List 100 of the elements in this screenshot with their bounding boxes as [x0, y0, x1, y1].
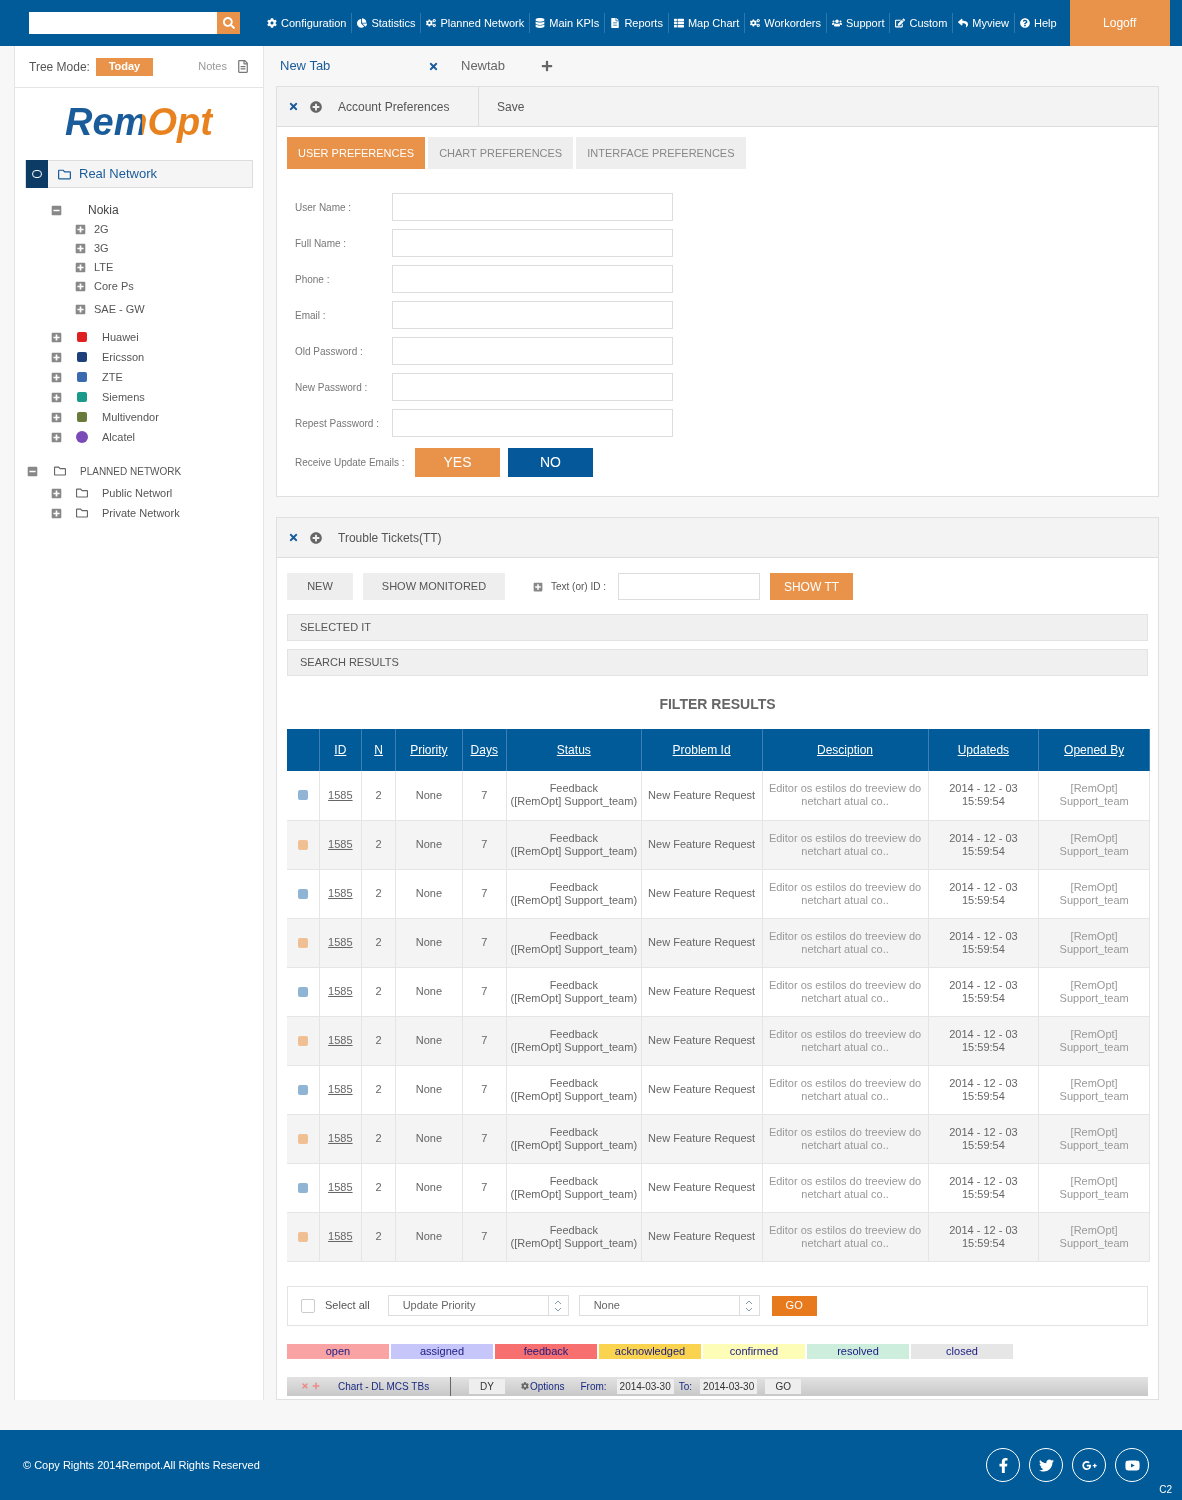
tab[interactable]: New Tab — [278, 56, 428, 76]
expand-icon[interactable] — [51, 371, 62, 383]
text-field[interactable] — [392, 193, 673, 221]
close-icon[interactable] — [288, 101, 299, 112]
nav-item[interactable]: Map Chart — [668, 13, 746, 33]
ticket-id-link[interactable]: 1585 — [319, 967, 362, 1016]
collapse-icon[interactable] — [51, 204, 62, 216]
nav-item[interactable]: Workorders — [745, 13, 827, 33]
options-link[interactable]: Options — [530, 1378, 565, 1394]
tree-section-label: PLANNED NETWORK — [80, 464, 182, 479]
expand-icon[interactable] — [75, 281, 86, 292]
dy-button[interactable]: DY — [469, 1378, 505, 1394]
nav-item-label[interactable]: Planned Network — [440, 14, 525, 32]
expand-icon[interactable] — [533, 581, 543, 592]
add-tab-icon[interactable] — [541, 60, 553, 72]
nav-item[interactable]: Configuration — [262, 13, 353, 33]
expand-icon[interactable] — [51, 391, 62, 403]
nav-item-label[interactable]: Reports — [624, 14, 663, 32]
nav-item[interactable]: Custom — [890, 13, 954, 33]
nav-item-label[interactable]: Statistics — [371, 14, 416, 32]
tree-item-label[interactable]: 3G — [94, 240, 109, 257]
tree-item-label[interactable]: Nokia — [88, 201, 119, 219]
to-label: To: — [678, 1379, 693, 1394]
expand-icon[interactable] — [75, 304, 86, 315]
tree-item-label[interactable]: Multivendor — [102, 408, 159, 426]
ticket-id-link[interactable]: 1585 — [319, 1065, 362, 1114]
nav-item[interactable]: Planned Network — [421, 13, 531, 33]
expand-icon[interactable] — [51, 351, 62, 363]
nav-item-label[interactable]: Configuration — [281, 14, 347, 32]
tree-item-label[interactable]: Public Networl — [102, 484, 173, 502]
tab[interactable]: Newtab — [461, 56, 541, 76]
new-button[interactable]: NEW — [287, 573, 353, 600]
text-field[interactable] — [392, 301, 673, 329]
ticket-id-link[interactable]: 1585 — [319, 771, 362, 820]
nav-item-label[interactable]: Workorders — [764, 14, 821, 32]
tree-item-label[interactable]: Huawei — [102, 328, 139, 346]
option-button[interactable]: NO — [508, 448, 593, 477]
tree-item-label[interactable]: LTE — [94, 259, 114, 276]
nav-item-label[interactable]: Support — [845, 14, 885, 32]
table-cell: Feedback ([RemOpt] Support_team) — [506, 1065, 642, 1114]
close-icon[interactable] — [288, 532, 299, 543]
section-bar[interactable]: SEARCH RESULTS — [287, 649, 1148, 676]
ticket-id-link[interactable]: 1585 — [319, 820, 362, 869]
document-icon[interactable] — [237, 60, 249, 73]
collapse-icon[interactable] — [27, 465, 38, 477]
expand-icon[interactable] — [51, 411, 62, 423]
nav-item-label[interactable]: Myview — [972, 14, 1010, 32]
tree-item-label[interactable]: Siemens — [102, 388, 145, 406]
ticket-id-link[interactable]: 1585 — [319, 1163, 362, 1212]
expand-icon[interactable] — [51, 431, 62, 443]
nav-item[interactable]: Reports — [605, 13, 669, 33]
save-link[interactable]: Save — [478, 86, 525, 127]
ticket-id-link[interactable]: 1585 — [319, 869, 362, 918]
to-date-field[interactable]: 2014-03-30 — [700, 1378, 758, 1394]
tree-item-label[interactable]: Alcatel — [102, 428, 136, 446]
gear-icon[interactable] — [521, 1382, 529, 1390]
text-field[interactable] — [392, 229, 673, 257]
ticket-id-link[interactable]: 1585 — [319, 1114, 362, 1163]
nav-item-label[interactable]: Custom — [909, 14, 948, 32]
ticket-id-link[interactable]: 1585 — [319, 1016, 362, 1065]
expand-icon[interactable] — [51, 487, 62, 499]
ticket-id-link[interactable]: 1585 — [319, 1212, 362, 1261]
from-date-field[interactable]: 2014-03-30 — [616, 1378, 674, 1394]
nav-item[interactable]: Myview — [953, 13, 1016, 33]
nav-item[interactable]: Help — [1015, 13, 1062, 33]
search-button[interactable] — [217, 12, 240, 34]
ticket-id-link[interactable]: 1585 — [319, 918, 362, 967]
value-select[interactable]: None — [578, 1295, 760, 1316]
priority-select[interactable]: Update Priority — [387, 1295, 569, 1316]
text-field[interactable] — [392, 409, 673, 437]
tree-item-label[interactable]: SAE - GW — [94, 301, 145, 318]
table-cell: 2014 - 12 - 03 15:59:54 — [928, 820, 1039, 869]
go-button[interactable]: GO — [765, 1378, 802, 1394]
expand-icon[interactable] — [75, 243, 86, 254]
nav-item[interactable]: Statistics — [352, 13, 422, 33]
tree-toggle-button[interactable] — [26, 160, 48, 188]
tree-item-label[interactable]: Core Ps — [94, 278, 134, 295]
nav-item-label[interactable]: Main KPIs — [549, 14, 600, 32]
folder-icon — [58, 167, 71, 181]
close-icon[interactable] — [428, 60, 439, 72]
text-field[interactable] — [392, 265, 673, 293]
tree-item-label[interactable]: ZTE — [102, 368, 123, 386]
expand-icon[interactable] — [51, 331, 62, 343]
tree-item-label[interactable]: Private Network — [102, 504, 180, 522]
tree-item-label[interactable]: Ericsson — [102, 348, 145, 366]
nav-item[interactable]: Support — [826, 13, 891, 33]
nav-item-label[interactable]: Map Chart — [687, 14, 740, 32]
expand-icon[interactable] — [51, 507, 62, 519]
tree-item-label[interactable]: 2G — [94, 221, 109, 238]
select-all-checkbox[interactable] — [301, 1298, 315, 1313]
text-field[interactable] — [392, 373, 673, 401]
expand-icon[interactable] — [75, 262, 86, 273]
tree-root-item[interactable]: Real Network — [25, 160, 253, 188]
search-field[interactable] — [618, 573, 760, 600]
show-monitored-button[interactable]: SHOW MONITORED — [363, 573, 505, 600]
nav-item[interactable]: Main KPIs — [530, 13, 606, 33]
section-bar[interactable]: SELECTED IT — [287, 614, 1148, 641]
nav-item-label[interactable]: Help — [1034, 14, 1057, 32]
expand-icon[interactable] — [75, 224, 86, 235]
text-field[interactable] — [392, 337, 673, 365]
